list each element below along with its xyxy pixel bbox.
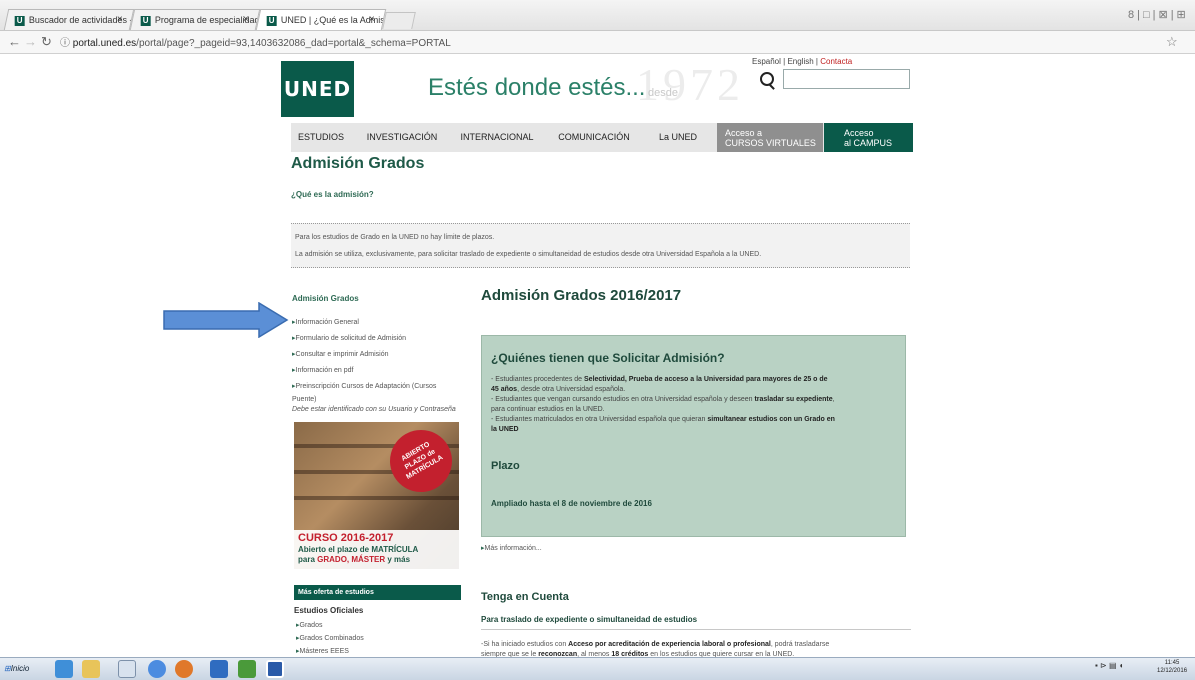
box-question: ¿Quiénes tienen que Solicitar Admisión?	[491, 351, 725, 365]
word-icon[interactable]	[266, 660, 284, 678]
browser-tab-bar: U Buscador de actividades - U × U Programa …	[0, 0, 1195, 31]
close-tab-icon[interactable]: ×	[243, 10, 249, 30]
banner-badge: ABIERTO PLAZO de MATRÍCULA	[378, 422, 459, 504]
box-line: - Estudiantes matriculados en otra Unive…	[491, 416, 835, 423]
link-grados[interactable]: Grados	[296, 621, 323, 629]
close-tab-icon[interactable]: ×	[117, 10, 123, 30]
lang-es-link[interactable]: Español	[752, 57, 781, 66]
uned-logo[interactable]: UNED	[281, 61, 354, 117]
box-line: la UNED	[491, 426, 519, 433]
traslado-heading: Para traslado de expediente o simultanei…	[481, 615, 698, 624]
menu-la-uned[interactable]: La UNED	[653, 123, 703, 152]
sidebar-link-pdf[interactable]: Información en pdf	[292, 366, 354, 374]
divider	[481, 629, 911, 630]
menu-investigacion[interactable]: INVESTIGACIÓN	[363, 123, 441, 152]
uned-favicon-icon: U	[140, 15, 151, 26]
forward-arrow-icon[interactable]: →	[24, 34, 37, 49]
info-text-2: La admisión se utiliza, exclusivamente, …	[295, 251, 762, 258]
page-subtitle: ¿Qué es la admisión?	[291, 190, 374, 199]
banner-line-2: Abierto el plazo de MATRÍCULA	[298, 545, 419, 554]
sidebar-link-consultar[interactable]: Consultar e imprimir Admisión	[292, 350, 389, 358]
app-icon[interactable]	[118, 660, 136, 678]
firefox-icon[interactable]	[175, 660, 193, 678]
uned-favicon-icon: U	[266, 15, 277, 26]
more-studies-header: Más oferta de estudios	[294, 585, 461, 600]
sidebar-link-formulario[interactable]: Formulario de solicitud de Admisión	[292, 334, 407, 342]
official-studies-heading: Estudios Oficiales	[294, 606, 364, 615]
box-line: - Estudiantes procedentes de Selectivida…	[491, 376, 828, 383]
blue-arrow-annotation	[163, 302, 289, 338]
search-input[interactable]	[783, 69, 910, 89]
lang-en-link[interactable]: English	[787, 57, 813, 66]
sidebar-link-informacion-general[interactable]: Información General	[292, 318, 359, 326]
chrome-icon[interactable]	[148, 660, 166, 678]
menu-cursos-virtuales[interactable]: Acceso a CURSOS VIRTUALES	[717, 123, 823, 152]
admission-info-box: ¿Quiénes tienen que Solicitar Admisión? …	[481, 335, 906, 537]
bookmark-star-icon[interactable]: ☆	[1166, 34, 1178, 50]
contact-link[interactable]: Contacta	[820, 57, 852, 66]
url-field[interactable]: ⓘ portal.uned.es/portal/page?_pageid=93,…	[60, 34, 451, 49]
link-grados-combinados[interactable]: Grados Combinados	[296, 634, 364, 642]
sidebar-link-cont[interactable]: Puente)	[292, 396, 317, 403]
address-bar: ← → ↻ ⓘ portal.uned.es/portal/page?_page…	[0, 31, 1195, 54]
clock[interactable]: 11:45 12/12/2016	[1157, 659, 1187, 675]
reload-icon[interactable]: ↻	[41, 34, 52, 50]
menu-estudios[interactable]: ESTUDIOS	[291, 123, 351, 152]
box-line: - Estudiantes que vengan cursando estudi…	[491, 396, 835, 403]
info-text-1: Para los estudios de Grado en la UNED no…	[295, 234, 495, 241]
outlook-icon[interactable]	[210, 660, 228, 678]
box-plazo-heading: Plazo	[491, 460, 520, 472]
sidebar-link-preinscripcion[interactable]: Preinscripción Cursos de Adaptación (Cur…	[292, 382, 437, 390]
menu-internacional[interactable]: INTERNACIONAL	[456, 123, 538, 152]
sidebar-heading: Admisión Grados	[292, 294, 359, 303]
page-title: Admisión Grados	[291, 155, 425, 172]
banner-line-1: CURSO 2016-2017	[298, 532, 394, 544]
main-menu: ESTUDIOS INVESTIGACIÓN INTERNACIONAL COM…	[291, 123, 913, 152]
sidebar-note: Debe estar identificado con su Usuario y…	[292, 406, 456, 413]
project-icon[interactable]	[238, 660, 256, 678]
tab-programa[interactable]: U Programa de especialidad e ×	[129, 9, 261, 30]
matricula-banner[interactable]: ABIERTO PLAZO de MATRÍCULA CURSO 2016-2017…	[294, 422, 459, 569]
bottom-text-1: -Si ha iniciado estudios con Acceso por …	[481, 641, 830, 648]
tagline-sub: desde	[648, 87, 678, 99]
folder-icon[interactable]	[82, 660, 100, 678]
tab-admision[interactable]: U UNED | ¿Qué es la Admisión ×	[255, 9, 387, 30]
tenga-heading: Tenga en Cuenta	[481, 591, 569, 603]
ie-icon[interactable]	[55, 660, 73, 678]
start-button[interactable]: ⊞Inicio	[4, 660, 38, 678]
search-icon[interactable]	[760, 72, 774, 86]
window-controls[interactable]: 8|□|⊠|⊞	[1128, 8, 1189, 21]
info-icon[interactable]: ⓘ	[60, 38, 73, 49]
back-arrow-icon[interactable]: ←	[8, 34, 21, 49]
taskbar: ⊞Inicio ▪ ⊳ ▤ ◖ 11:45 12/12/2016	[0, 657, 1195, 680]
main-heading: Admisión Grados 2016/2017	[481, 287, 682, 304]
language-links: Español | English | Contacta	[752, 57, 853, 66]
windows-logo-icon: ⊞	[4, 664, 11, 673]
new-tab-button[interactable]	[382, 12, 416, 29]
tagline: Estés donde estés...	[428, 74, 646, 101]
box-deadline: Ampliado hasta el 8 de noviembre de 2016	[491, 499, 652, 508]
banner-shelf	[294, 496, 459, 500]
more-info-link[interactable]: Más información...	[481, 544, 542, 552]
close-tab-icon[interactable]: ×	[369, 10, 375, 30]
uned-favicon-icon: U	[14, 15, 25, 26]
tab-buscador[interactable]: U Buscador de actividades - U ×	[3, 9, 135, 30]
link-masteres[interactable]: Másteres EEES	[296, 647, 349, 655]
system-tray[interactable]: ▪ ⊳ ▤ ◖	[1095, 661, 1124, 670]
box-line: 45 años, desde otra Universidad española…	[491, 386, 626, 393]
info-box: Para los estudios de Grado en la UNED no…	[291, 223, 910, 268]
menu-comunicacion[interactable]: COMUNICACIÓN	[553, 123, 635, 152]
banner-line-3: para GRADO, MÁSTER y más	[298, 555, 411, 564]
box-line: para continuar estudios en la UNED.	[491, 406, 605, 413]
menu-campus[interactable]: Acceso al CAMPUS	[824, 123, 913, 152]
